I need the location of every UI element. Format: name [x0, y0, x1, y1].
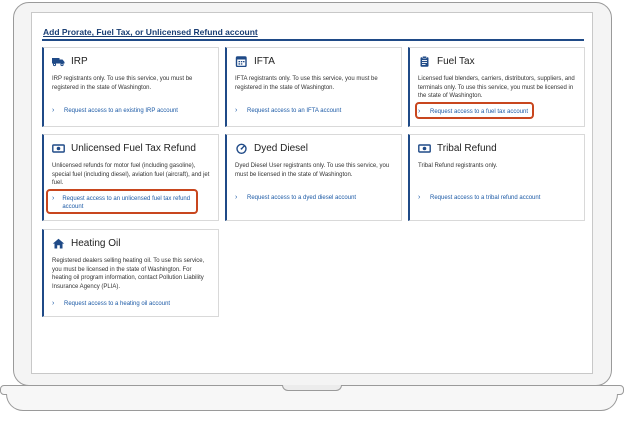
- card-description: Licensed fuel blenders, carriers, distri…: [418, 76, 575, 99]
- card-title: Tribal Refund: [437, 143, 497, 154]
- calendar-icon: [235, 56, 248, 67]
- card-description: IFTA registrants only. To use this servi…: [235, 76, 378, 91]
- chevron-right-icon: ›: [418, 194, 421, 201]
- gauge-icon: [235, 143, 248, 154]
- clipboard-icon: [418, 56, 431, 67]
- card-tribal-refund: Tribal Refund Tribal Refund registrants …: [408, 134, 585, 221]
- card-title: Heating Oil: [71, 238, 121, 249]
- page-title[interactable]: Add Prorate, Fuel Tax, or Unlicensed Ref…: [43, 27, 258, 37]
- card-ifta: IFTA IFTA registrants only. To use this …: [225, 47, 402, 127]
- request-tribal-refund-link[interactable]: › Request access to a tribal refund acco…: [418, 194, 540, 202]
- card-irp: IRP IRP registrants only. To use this se…: [42, 47, 219, 127]
- card-title: IFTA: [254, 56, 275, 67]
- laptop-base-bottom: [6, 394, 618, 411]
- card-description: Dyed Diesel User registrants only. To us…: [235, 163, 390, 178]
- request-heating-oil-link[interactable]: › Request access to a heating oil accoun…: [52, 300, 170, 308]
- card-dyed-diesel: Dyed Diesel Dyed Diesel User registrants…: [225, 134, 402, 221]
- link-label: Request access to a dyed diesel account: [247, 195, 357, 201]
- laptop-screen: Add Prorate, Fuel Tax, or Unlicensed Ref…: [31, 12, 593, 374]
- card-description: Registered dealers selling heating oil. …: [52, 258, 205, 290]
- title-divider: [42, 39, 584, 41]
- card-description: IRP registrants only. To use this servic…: [52, 76, 193, 91]
- unlicensed-refund-link-highlight: [46, 189, 198, 214]
- card-title: Fuel Tax: [437, 56, 475, 67]
- link-label: Request access to an IFTA account: [247, 108, 342, 114]
- card-title: Unlicensed Fuel Tax Refund: [71, 143, 196, 154]
- link-label: Request access to a tribal refund accoun…: [430, 195, 541, 201]
- chevron-right-icon: ›: [52, 107, 55, 114]
- chevron-right-icon: ›: [235, 107, 238, 114]
- request-irp-link[interactable]: › Request access to an existing IRP acco…: [52, 107, 178, 115]
- home-icon: [52, 238, 65, 249]
- request-dyed-diesel-link[interactable]: › Request access to a dyed diesel accoun…: [235, 194, 356, 202]
- fuel-tax-link-highlight: [415, 102, 534, 119]
- laptop-notch: [282, 385, 342, 391]
- truck-icon: [52, 56, 65, 67]
- card-heating-oil: Heating Oil Registered dealers selling h…: [42, 229, 219, 317]
- request-ifta-link[interactable]: › Request access to an IFTA account: [235, 107, 341, 115]
- card-description: Tribal Refund registrants only.: [418, 163, 498, 169]
- link-label: Request access to an existing IRP accoun…: [64, 108, 178, 114]
- chevron-right-icon: ›: [52, 300, 55, 307]
- chevron-right-icon: ›: [235, 194, 238, 201]
- money-icon: [52, 143, 65, 154]
- money-icon: [418, 143, 431, 154]
- card-title: IRP: [71, 56, 88, 67]
- link-label: Request access to a heating oil account: [64, 301, 171, 307]
- card-description: Unlicensed refunds for motor fuel (inclu…: [52, 163, 210, 186]
- card-title: Dyed Diesel: [254, 143, 308, 154]
